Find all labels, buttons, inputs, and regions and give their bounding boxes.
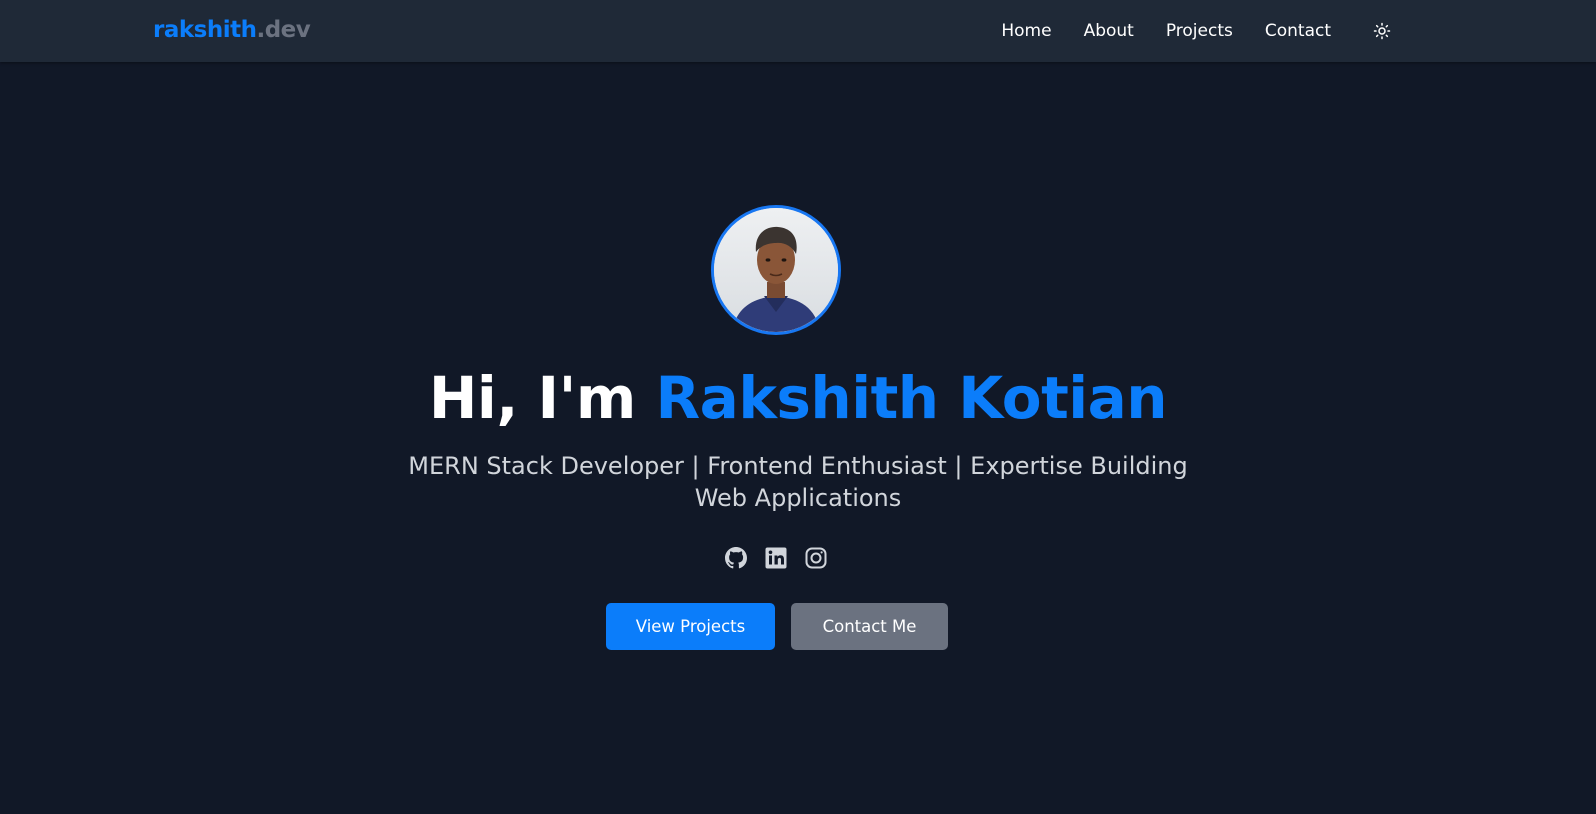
social-links [724, 546, 828, 570]
sun-icon [1373, 22, 1391, 40]
github-icon [725, 547, 747, 569]
hero-name: Rakshith Kotian [655, 364, 1168, 432]
hero-headline: Hi, I'm Rakshith Kotian [0, 362, 1596, 434]
brand-name: rakshith [153, 17, 257, 43]
hero-greeting: Hi, I'm [428, 364, 656, 432]
hero-tagline: MERN Stack Developer | Frontend Enthusia… [408, 452, 1188, 512]
nav-link-projects[interactable]: Projects [1166, 21, 1233, 41]
instagram-icon [805, 547, 827, 569]
hero-section: Hi, I'm Rakshith Kotian MERN Stack Devel… [0, 62, 1596, 814]
nav-link-home[interactable]: Home [1001, 21, 1051, 41]
contact-me-button[interactable]: Contact Me [791, 603, 948, 650]
view-projects-button[interactable]: View Projects [606, 603, 775, 650]
theme-toggle-button[interactable] [1370, 19, 1394, 43]
nav-link-about[interactable]: About [1084, 21, 1134, 41]
navbar: rakshith.dev Home About Projects Contact [0, 0, 1596, 62]
avatar [711, 205, 841, 335]
instagram-link[interactable] [804, 546, 828, 570]
github-link[interactable] [724, 546, 748, 570]
nav-link-contact[interactable]: Contact [1265, 21, 1331, 41]
brand-logo[interactable]: rakshith.dev [153, 14, 311, 46]
linkedin-link[interactable] [764, 546, 788, 570]
profile-photo [714, 208, 838, 332]
linkedin-icon [765, 547, 787, 569]
brand-tld: .dev [256, 17, 311, 43]
nav-links: Home About Projects Contact [1001, 0, 1331, 62]
